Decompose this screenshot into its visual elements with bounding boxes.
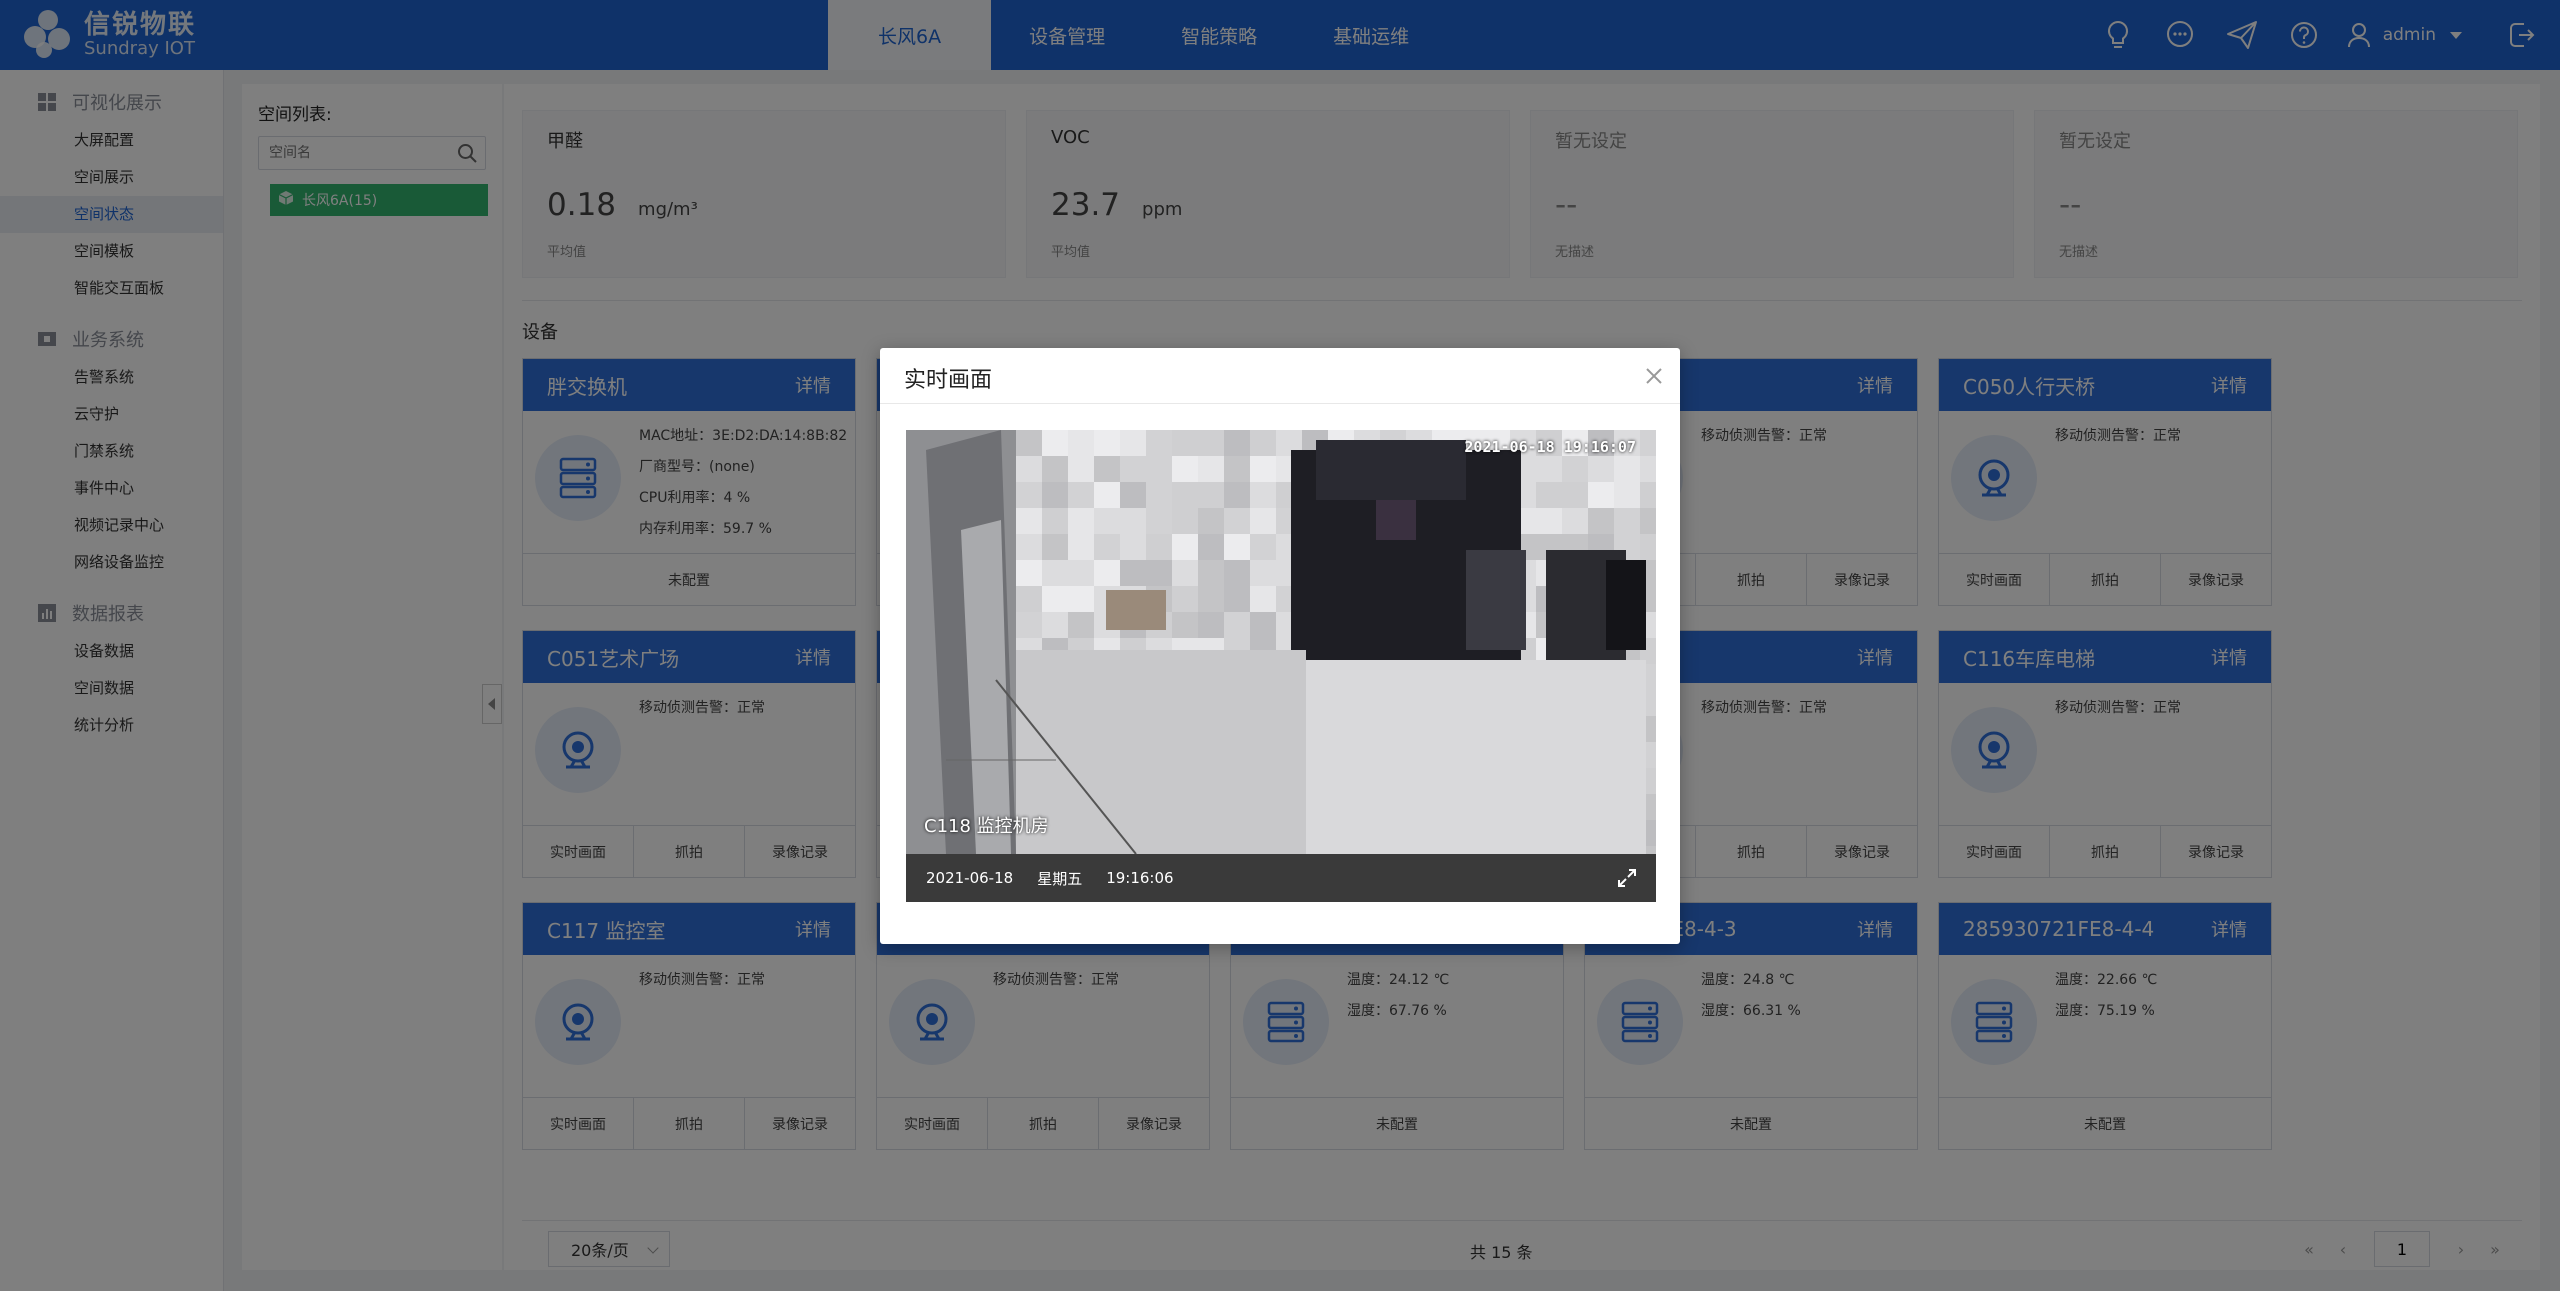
video-weekday: 星期五	[1037, 869, 1083, 888]
video-date: 2021-06-18	[926, 869, 1014, 887]
dialog-title: 实时画面	[904, 368, 993, 393]
fullscreen-icon[interactable]	[1616, 867, 1638, 893]
video-time: 19:16:06	[1106, 869, 1174, 887]
video-player[interactable]: 2021-06-18 19:16:07 C118 监控机房 2021-06-18…	[906, 430, 1656, 902]
video-image	[906, 430, 1656, 854]
close-icon[interactable]	[1642, 364, 1666, 388]
video-timestamp: 2021-06-18 19:16:07	[1464, 438, 1636, 456]
live-view-dialog: 实时画面 2021-06-18 19:16:07 C118 监控机房 2021-…	[880, 348, 1680, 944]
video-frame: 2021-06-18 19:16:07 C118 监控机房	[906, 430, 1656, 854]
video-status-bar: 2021-06-18 星期五 19:16:06	[906, 854, 1656, 902]
video-camera-label: C118 监控机房	[924, 816, 1049, 837]
